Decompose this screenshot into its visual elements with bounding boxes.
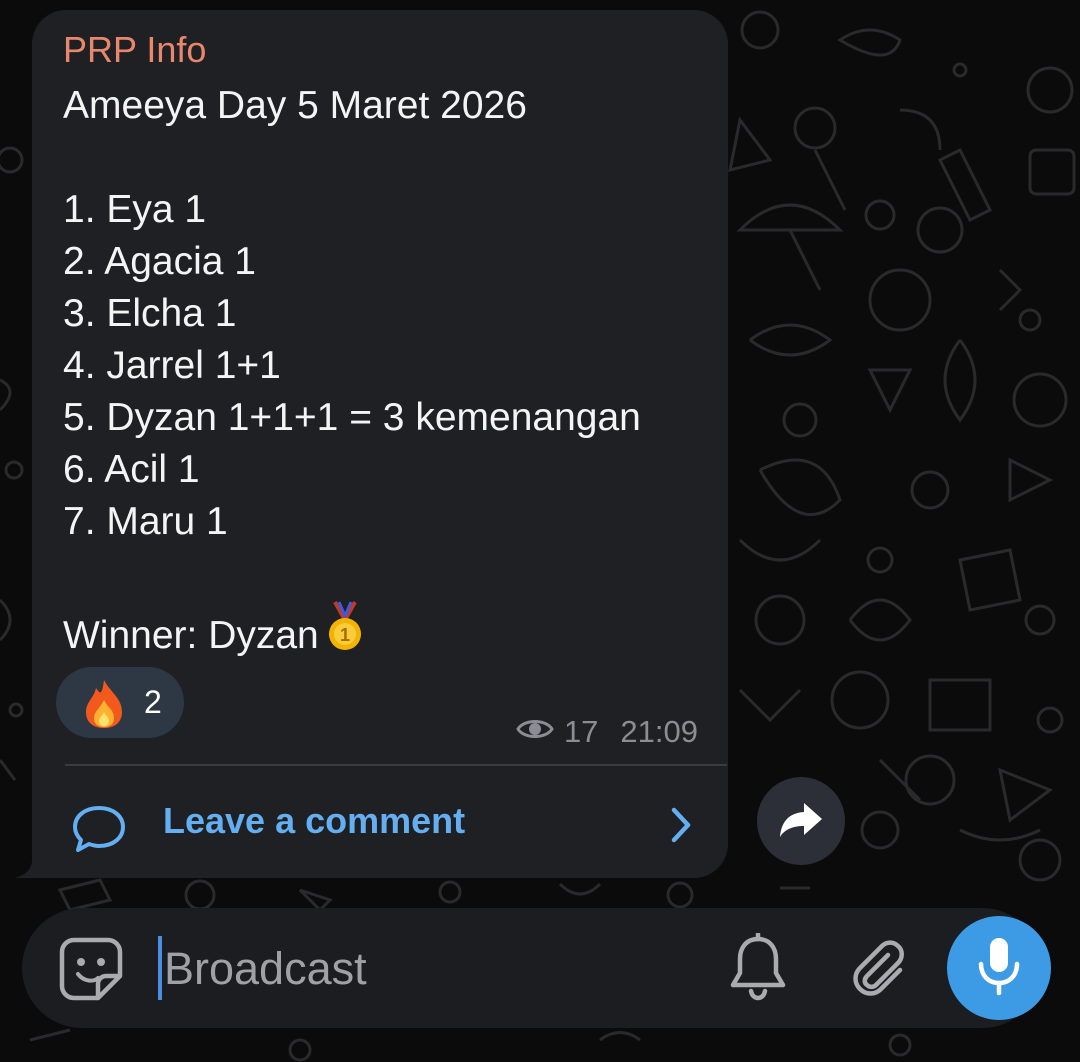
- message-line: Ameeya Day 5 Maret 2026: [63, 84, 527, 127]
- message-line: 1. Eya 1: [63, 188, 207, 231]
- message-line: [63, 548, 713, 600]
- message-text: Ameeya Day 5 Maret 2026 1. Eya 1 2. Agac…: [63, 80, 713, 657]
- eye-icon: [516, 714, 554, 750]
- paperclip-icon[interactable]: [848, 935, 910, 1002]
- message-bubble: PRP Info Ameeya Day 5 Maret 2026 1. Eya …: [32, 10, 728, 878]
- share-arrow-icon: [778, 799, 824, 844]
- comment-bubble-icon: [72, 804, 126, 859]
- sticker-icon[interactable]: [58, 936, 124, 1007]
- bell-icon[interactable]: [728, 931, 788, 1006]
- microphone-button[interactable]: [947, 916, 1051, 1020]
- winner-text: Winner: Dyzan: [63, 614, 319, 657]
- share-button[interactable]: [757, 777, 845, 865]
- leave-comment-label: Leave a comment: [163, 800, 466, 841]
- chevron-right-icon: [668, 804, 694, 851]
- bubble-tail: [14, 840, 54, 878]
- message-line: [63, 132, 713, 184]
- message-line: 4. Jarrel 1+1: [63, 344, 281, 387]
- broadcast-input[interactable]: [162, 930, 706, 1008]
- leave-comment-button[interactable]: Leave a comment: [32, 766, 728, 878]
- reaction-chip[interactable]: 2: [56, 667, 184, 738]
- first-place-medal-icon: 1: [325, 600, 365, 668]
- view-count: 17: [563, 714, 599, 749]
- message-line: 2. Agacia 1: [63, 240, 256, 283]
- message-line: 7. Maru 1: [63, 500, 228, 543]
- message-time: 21:09: [620, 714, 698, 749]
- message-line: 6. Acil 1: [63, 448, 200, 491]
- svg-text:1: 1: [340, 625, 350, 645]
- sender-name[interactable]: PRP Info: [63, 30, 206, 70]
- reaction-count: 2: [144, 684, 162, 720]
- microphone-icon: [976, 936, 1022, 1001]
- winner-line: Winner: Dyzan 1: [63, 600, 713, 657]
- message-line: 5. Dyzan 1+1+1 = 3 kemenangan: [63, 396, 641, 439]
- message-line: 3. Elcha 1: [63, 292, 237, 335]
- message-input-bar: [22, 908, 1042, 1028]
- fire-icon: [80, 678, 128, 735]
- message-meta: 17 21:09: [516, 714, 698, 750]
